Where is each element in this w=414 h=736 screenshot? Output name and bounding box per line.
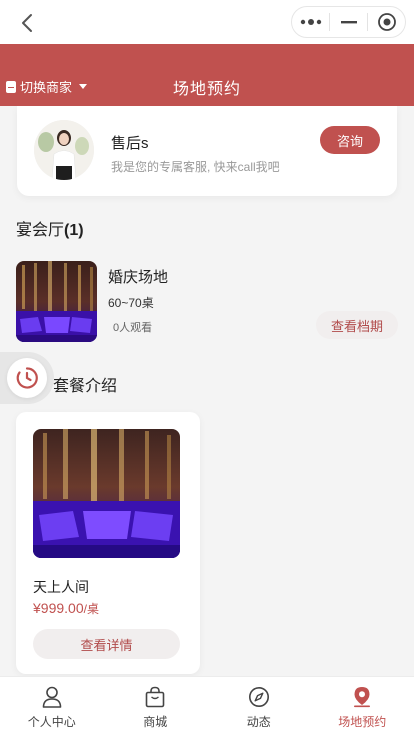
mini-program-capsule	[291, 6, 406, 38]
timer-icon	[16, 367, 38, 389]
view-details-button[interactable]: 查看详情	[33, 629, 180, 659]
nav-bar	[0, 0, 414, 44]
tab-label: 个人中心	[27, 715, 76, 729]
service-agent-name: 售后s	[111, 135, 149, 152]
package-card[interactable]: 天上人间 ¥999.00/桌 查看详情	[16, 412, 200, 674]
tab-shop[interactable]: 商城	[104, 677, 208, 736]
main-content[interactable]: 售后s 我是您的专属客服, 快来call我吧 咨询 宴会厅(1) 婚庆场地 60…	[0, 106, 414, 676]
package-name: 天上人间	[33, 579, 89, 595]
page-header: 切换商家 场地预约	[0, 44, 414, 106]
view-schedule-button[interactable]: 查看档期	[316, 311, 398, 339]
consult-button[interactable]: 咨询	[320, 126, 380, 154]
bottom-tab-bar: 个人中心 商城 动态 场地预约	[0, 676, 414, 736]
target-circle-icon	[377, 13, 396, 31]
minus-icon	[340, 21, 357, 24]
floating-timer-inner	[7, 358, 47, 398]
banquet-section-title: 宴会厅(1)	[16, 216, 84, 240]
tab-label: 商城	[143, 715, 168, 729]
banquet-count: (1)	[64, 222, 84, 239]
package-price-value: ¥999.00	[33, 600, 84, 616]
tab-label: 动态	[246, 715, 271, 729]
tab-label: 场地预约	[338, 715, 387, 729]
close-button[interactable]	[368, 7, 405, 37]
package-price: ¥999.00/桌	[33, 600, 99, 617]
shopping-bag-icon	[144, 686, 166, 708]
customer-service-card: 售后s 我是您的专属客服, 快来call我吧 咨询	[17, 106, 397, 196]
location-pin-icon	[351, 686, 373, 708]
page-title: 场地预约	[172, 81, 241, 98]
compass-icon	[248, 686, 270, 708]
more-button[interactable]	[292, 7, 329, 37]
chevron-left-icon	[22, 14, 32, 32]
avatar	[34, 120, 94, 180]
tab-moments[interactable]: 动态	[207, 677, 311, 736]
venue-view-count: 0人观看	[113, 322, 153, 334]
package-thumbnail	[33, 429, 180, 558]
package-price-unit: /桌	[83, 602, 99, 616]
back-button[interactable]	[12, 8, 42, 38]
tab-venue-booking[interactable]: 场地预约	[311, 677, 414, 736]
minimize-button[interactable]	[330, 7, 367, 37]
more-dots-icon	[300, 19, 321, 25]
floating-timer-button[interactable]	[0, 352, 54, 404]
venue-thumbnail[interactable]	[16, 261, 97, 342]
package-section-title: 套餐介绍	[53, 378, 118, 395]
tab-profile[interactable]: 个人中心	[0, 677, 104, 736]
banquet-section-label: 宴会厅	[16, 222, 65, 239]
service-agent-description: 我是您的专属客服, 快来call我吧	[111, 160, 280, 174]
venue-capacity: 60~70桌	[108, 296, 154, 310]
person-icon	[41, 686, 63, 708]
venue-name: 婚庆场地	[108, 269, 169, 286]
